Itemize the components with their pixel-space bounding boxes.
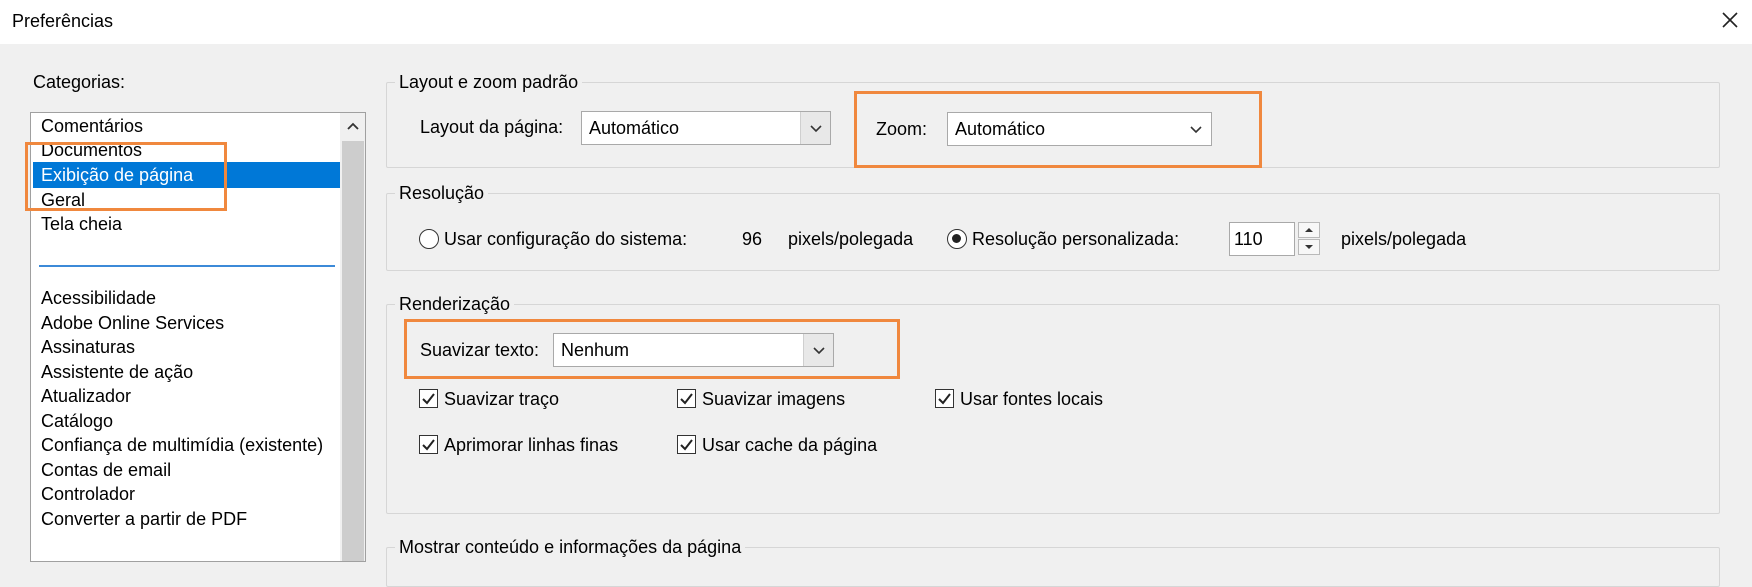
checkmark-icon: [680, 393, 693, 405]
close-button[interactable]: [1718, 8, 1742, 32]
page-cache-label: Usar cache da página: [702, 435, 878, 455]
custom-resolution-label: Resolução personalizada:: [972, 229, 1180, 249]
enhance-thin-lines-label: Aprimorar linhas finas: [444, 435, 619, 455]
page-content-title: Mostrar conteúdo e informações da página: [395, 537, 746, 557]
category-converter-a-partir-de-pdf[interactable]: Converter a partir de PDF: [33, 506, 340, 532]
page-layout-label: Layout da página:: [420, 117, 564, 137]
chevron-down-icon: [800, 112, 830, 144]
category-acessibilidade[interactable]: Acessibilidade: [33, 285, 340, 311]
category-separator: [39, 265, 335, 267]
category-adobe-online-services[interactable]: Adobe Online Services: [33, 310, 340, 336]
local-fonts-checkbox[interactable]: [935, 389, 954, 408]
category-contas-de-email[interactable]: Contas de email: [33, 457, 340, 483]
checkmark-icon: [422, 439, 435, 451]
smooth-text-highlight: [404, 319, 900, 379]
system-resolution-radio[interactable]: [419, 229, 439, 249]
category-confianca-de-multimidia[interactable]: Confiança de multimídia (existente): [33, 432, 340, 458]
system-resolution-label: Usar configuração do sistema:: [444, 229, 688, 249]
spin-down-button[interactable]: [1298, 239, 1320, 255]
title-bar: Preferências: [0, 0, 1752, 44]
close-icon: [1722, 12, 1738, 28]
system-resolution-unit: pixels/polegada: [788, 229, 914, 249]
category-assistente-de-acao[interactable]: Assistente de ação: [33, 359, 340, 385]
categories-label: Categorias:: [33, 72, 126, 92]
category-comentarios[interactable]: Comentários: [33, 113, 340, 139]
spin-up-button[interactable]: [1298, 222, 1320, 238]
smooth-line-label: Suavizar traço: [444, 389, 560, 409]
smooth-line-checkbox[interactable]: [419, 389, 438, 408]
custom-resolution-unit: pixels/polegada: [1341, 229, 1467, 249]
enhance-thin-lines-checkbox[interactable]: [419, 435, 438, 454]
category-assinaturas[interactable]: Assinaturas: [33, 334, 340, 360]
window-title: Preferências: [12, 11, 114, 31]
category-atualizador[interactable]: Atualizador: [33, 383, 340, 409]
page-cache-checkbox[interactable]: [677, 435, 696, 454]
local-fonts-label: Usar fontes locais: [960, 389, 1104, 409]
chevron-up-icon: [347, 122, 359, 130]
custom-resolution-spinner[interactable]: [1298, 222, 1320, 256]
smooth-images-label: Suavizar imagens: [702, 389, 846, 409]
arrow-down-icon: [1305, 245, 1313, 249]
smooth-images-checkbox[interactable]: [677, 389, 696, 408]
zoom-highlight: [854, 91, 1262, 168]
category-highlight: [25, 142, 227, 211]
custom-resolution-radio[interactable]: [947, 229, 967, 249]
custom-resolution-input[interactable]: 110: [1229, 222, 1295, 256]
checkmark-icon: [680, 439, 693, 451]
category-tela-cheia[interactable]: Tela cheia: [33, 211, 340, 237]
page-layout-value: Automático: [589, 118, 680, 138]
system-resolution-value: 96: [742, 229, 763, 249]
category-controlador[interactable]: Controlador: [33, 481, 340, 507]
resolution-title: Resolução: [395, 183, 489, 203]
category-catalogo[interactable]: Catálogo: [33, 408, 340, 434]
page-layout-dropdown[interactable]: Automático: [581, 111, 831, 145]
layout-zoom-title: Layout e zoom padrão: [395, 72, 583, 92]
categories-scrollbar[interactable]: [340, 113, 365, 561]
checkmark-icon: [938, 393, 951, 405]
checkmark-icon: [422, 393, 435, 405]
page-content-group: Mostrar conteúdo e informações da página: [386, 537, 1720, 587]
scroll-up-button[interactable]: [340, 113, 365, 139]
scroll-thumb[interactable]: [342, 141, 364, 561]
rendering-title: Renderização: [395, 294, 515, 314]
arrow-up-icon: [1305, 228, 1313, 232]
